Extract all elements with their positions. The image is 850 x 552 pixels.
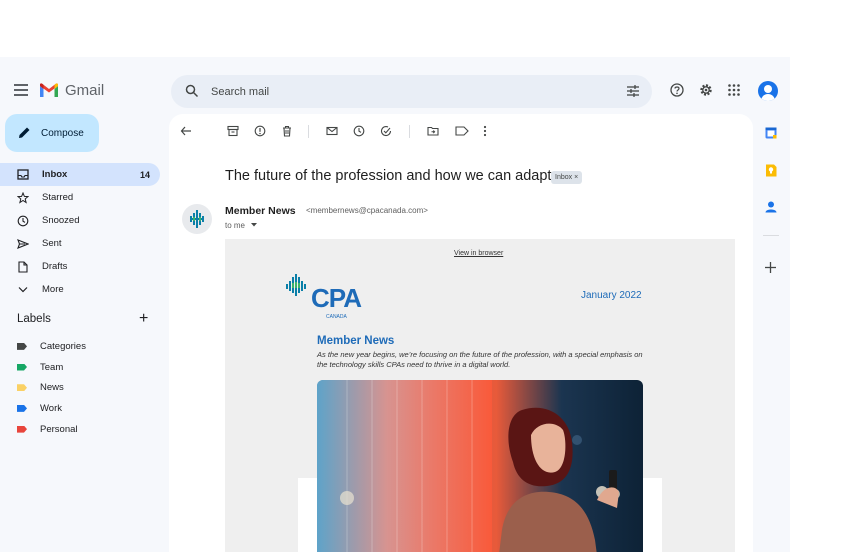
- cpa-brand-text: CPA: [311, 283, 362, 313]
- labels-list: Categories Team News Work Personal: [17, 336, 86, 439]
- label-name: Work: [40, 402, 62, 414]
- details-dropdown-icon: [251, 223, 258, 227]
- send-icon: [17, 238, 29, 250]
- label-tag-icon: [17, 342, 27, 350]
- hero-image: [317, 380, 643, 552]
- label-item-categories[interactable]: Categories: [17, 336, 86, 357]
- sidebar-item-label: Snoozed: [42, 215, 80, 226]
- cpa-brand-subtext: CANADA: [326, 314, 347, 320]
- report-spam-icon[interactable]: [254, 125, 266, 137]
- contacts-app-icon[interactable]: [765, 201, 777, 213]
- label-item-work[interactable]: Work: [17, 398, 86, 419]
- account-avatar[interactable]: [758, 81, 778, 101]
- sidebar-item-inbox[interactable]: Inbox 14: [0, 163, 160, 186]
- sidebar-item-more[interactable]: More: [0, 278, 160, 301]
- add-to-tasks-icon[interactable]: [380, 125, 392, 137]
- sidebar-item-drafts[interactable]: Drafts: [0, 255, 160, 278]
- toolbar-divider: [409, 125, 410, 138]
- label-item-team[interactable]: Team: [17, 357, 86, 378]
- get-addons-plus-icon[interactable]: [764, 261, 777, 274]
- compose-label: Compose: [41, 127, 84, 139]
- search-input[interactable]: [211, 75, 591, 108]
- message-view: The future of the profession and how we …: [169, 114, 753, 552]
- mark-unread-icon[interactable]: [326, 125, 338, 137]
- label-name: Team: [40, 361, 64, 373]
- newsletter-date: January 2022: [581, 290, 642, 301]
- sidebar-item-snoozed[interactable]: Snoozed: [0, 209, 160, 232]
- help-icon[interactable]: [670, 83, 684, 97]
- label-name: Categories: [40, 340, 86, 352]
- sender-email: <membernews@cpacanada.com>: [306, 206, 428, 215]
- label-icon[interactable]: [455, 125, 469, 137]
- gmail-logo[interactable]: Gmail: [39, 82, 104, 99]
- avatar-head: [764, 85, 772, 93]
- sidebar-item-label: Drafts: [42, 261, 68, 272]
- view-in-browser-link[interactable]: View in browser: [454, 250, 503, 257]
- search-icon[interactable]: [185, 84, 199, 98]
- back-arrow-icon[interactable]: [180, 125, 192, 137]
- sidebar-item-sent[interactable]: Sent: [0, 232, 160, 255]
- more-vert-icon[interactable]: [482, 125, 488, 137]
- email-subject: The future of the profession and how we …: [225, 168, 552, 184]
- sender-name[interactable]: Member News: [225, 205, 296, 217]
- create-label-plus-icon[interactable]: +: [139, 310, 148, 328]
- labels-heading: Labels: [17, 313, 51, 325]
- label-item-personal[interactable]: Personal: [17, 419, 86, 440]
- main-menu-icon[interactable]: [14, 84, 28, 99]
- label-tag-icon: [17, 404, 27, 412]
- apps-grid-icon[interactable]: [727, 83, 741, 97]
- star-icon: [17, 191, 29, 204]
- toolbar-divider: [308, 125, 309, 138]
- newsletter-title: Member News: [317, 335, 395, 347]
- compose-button[interactable]: Compose: [5, 114, 99, 152]
- rail-divider: [763, 235, 779, 236]
- hero-photo: [317, 380, 643, 552]
- recipient-label: to me: [225, 221, 246, 230]
- sidebar-item-label: Inbox: [42, 169, 68, 180]
- label-item-news[interactable]: News: [17, 377, 86, 398]
- email-body: View in browser CPA CANADA January 2022 …: [225, 239, 735, 552]
- sidebar-item-label: More: [42, 284, 64, 295]
- app-title: Gmail: [65, 82, 105, 99]
- inbox-icon: [17, 169, 29, 181]
- move-to-folder-icon[interactable]: [427, 125, 439, 137]
- sidebar-item-label: Starred: [42, 192, 74, 203]
- cpa-maple-logo-icon: [190, 210, 204, 228]
- search-options-icon[interactable]: [626, 84, 640, 98]
- gmail-app: Gmail Search mail Compose Inbox 14 Starr…: [0, 57, 790, 552]
- sender-avatar: [182, 204, 212, 234]
- sidebar-item-label: Sent: [42, 238, 62, 249]
- sidebar-nav: Inbox 14 Starred Snoozed Sent Drafts Mor…: [0, 163, 160, 301]
- draft-icon: [17, 260, 29, 273]
- trash-icon[interactable]: [281, 125, 293, 137]
- settings-gear-icon[interactable]: [699, 83, 713, 97]
- archive-icon[interactable]: [227, 125, 239, 137]
- calendar-app-icon[interactable]: [765, 127, 777, 139]
- snooze-clock-icon[interactable]: [353, 125, 365, 137]
- newsletter-description: As the new year begins, we’re focusing o…: [317, 350, 643, 369]
- clock-icon: [17, 215, 29, 227]
- search-bar: [171, 75, 652, 108]
- label-tag-icon: [17, 363, 27, 371]
- chevron-down-icon: [17, 284, 29, 296]
- pencil-icon: [19, 127, 30, 138]
- keep-app-icon[interactable]: [765, 164, 777, 177]
- avatar-body: [761, 94, 775, 101]
- gmail-m-icon: [40, 83, 58, 97]
- label-tag-icon: [17, 384, 27, 392]
- inbox-label-chip[interactable]: Inbox ×: [551, 171, 583, 184]
- cpa-canada-logo: CPA CANADA: [286, 273, 376, 322]
- label-name: News: [40, 382, 64, 394]
- label-name: Personal: [40, 423, 78, 435]
- inbox-unread-count: 14: [139, 169, 150, 180]
- label-tag-icon: [17, 425, 27, 433]
- recipient-details[interactable]: to me: [225, 221, 258, 230]
- sidebar-item-starred[interactable]: Starred: [0, 186, 160, 209]
